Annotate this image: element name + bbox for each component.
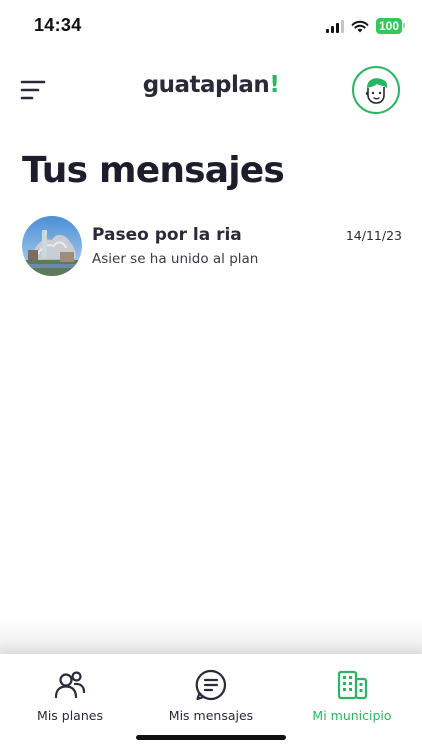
tab-mis-mensajes[interactable]: Mis mensajes — [141, 668, 281, 723]
cellular-signal-icon — [325, 19, 344, 33]
battery-indicator: 100 — [375, 18, 406, 34]
wifi-icon — [351, 20, 369, 32]
avatar-face-icon — [365, 78, 388, 104]
message-list-item[interactable]: Paseo por la ria Asier se ha unido al pl… — [22, 216, 402, 278]
tab-label: Mi municipio — [312, 708, 392, 723]
profile-avatar-button[interactable] — [352, 66, 400, 114]
message-date: 14/11/23 — [345, 228, 402, 243]
message-title: Paseo por la ria — [92, 225, 242, 245]
content-fade — [0, 620, 422, 654]
home-indicator — [136, 735, 286, 740]
logo-accent: ! — [269, 72, 280, 98]
tab-label: Mis mensajes — [168, 708, 254, 723]
message-icon — [195, 669, 227, 701]
status-bar: 14:34 100 — [0, 0, 422, 52]
plan-thumbnail — [22, 216, 82, 276]
people-icon — [54, 671, 86, 699]
logo-text: guataplan — [142, 72, 270, 98]
buildings-icon — [337, 670, 368, 700]
tab-mi-municipio[interactable]: Mi municipio — [282, 668, 422, 723]
page-title: Tus mensajes — [22, 150, 285, 191]
tab-label: Mis planes — [37, 708, 103, 723]
message-preview: Asier se ha unido al plan — [92, 251, 259, 267]
tab-mis-planes[interactable]: Mis planes — [0, 668, 140, 723]
status-time: 14:34 — [34, 15, 82, 35]
status-icons: 100 — [325, 18, 406, 34]
app-header: guataplan! — [0, 62, 422, 118]
